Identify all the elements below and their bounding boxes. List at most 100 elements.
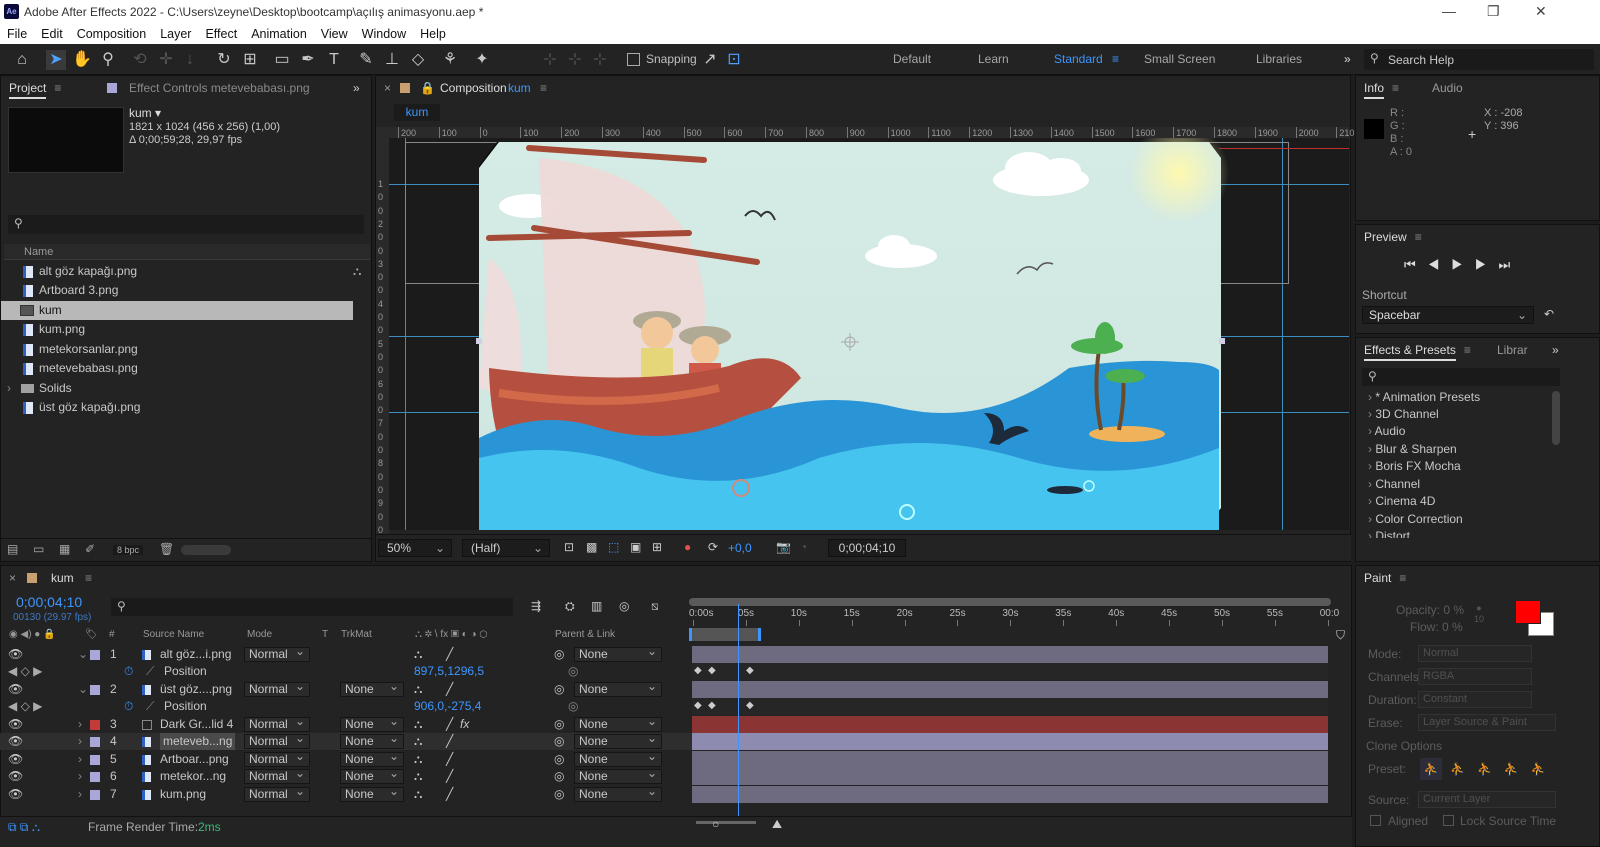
- tab-effect-controls[interactable]: Effect Controls metevebabası.png: [129, 76, 310, 100]
- graph-icon[interactable]: ⟋: [146, 663, 154, 680]
- list-item[interactable]: Artboard 3.png: [1, 281, 361, 300]
- tab-info[interactable]: Info: [1364, 81, 1385, 99]
- next-frame-icon[interactable]: ▶: [1475, 257, 1499, 272]
- pan-camera-icon[interactable]: ✛: [156, 50, 176, 70]
- effect-category[interactable]: › Boris FX Mocha: [1368, 458, 1461, 475]
- composition-tab-name[interactable]: kum: [508, 76, 531, 100]
- mode-dropdown[interactable]: Normal: [244, 680, 310, 697]
- composition-tab-label[interactable]: Composition: [440, 76, 507, 100]
- trkmat-dropdown[interactable]: None: [340, 732, 404, 749]
- layer-duration-bar[interactable]: [692, 733, 1328, 750]
- chevron-down-icon[interactable]: ⌄: [78, 646, 88, 663]
- dolly-camera-icon[interactable]: ↓: [180, 50, 200, 70]
- effects-scrollbar[interactable]: [1552, 391, 1560, 445]
- eye-icon[interactable]: 👁: [8, 786, 23, 803]
- shy-switch-icon[interactable]: ⛬: [414, 768, 422, 785]
- quality-switch-icon[interactable]: ╱: [446, 716, 453, 733]
- frame-blending-icon[interactable]: ◎: [619, 599, 629, 613]
- table-row[interactable]: 👁 ⌄ 2 üst göz....png Normal None ⛬ ╱ ◎ N…: [0, 680, 692, 698]
- project-search-input[interactable]: ⚲: [8, 215, 364, 234]
- clone-stamp-tool-icon[interactable]: ⊥: [382, 50, 402, 70]
- label-color-swatch[interactable]: [90, 685, 100, 695]
- stopwatch-icon[interactable]: ⏱: [124, 663, 133, 680]
- close-tab-icon[interactable]: ×: [9, 571, 16, 585]
- mode-dropdown[interactable]: Normal: [244, 767, 310, 784]
- quality-switch-icon[interactable]: ╱: [446, 751, 453, 768]
- home-icon[interactable]: ⌂: [12, 50, 32, 70]
- pan-behind-tool-icon[interactable]: ⊞: [240, 50, 260, 70]
- parent-dropdown[interactable]: None: [574, 715, 662, 732]
- av-features-icon[interactable]: ◉ ◀) ● 🔒: [9, 629, 56, 640]
- layer-duration-bar[interactable]: [692, 786, 1328, 803]
- duration-dropdown[interactable]: Constant: [1418, 691, 1532, 708]
- panel-overflow-icon[interactable]: »: [1552, 338, 1559, 362]
- local-axis-icon[interactable]: ⊹: [540, 50, 560, 70]
- table-row[interactable]: 👁 › 5 Artboar...png Normal None ⛬ ╱ ◎ None: [0, 750, 692, 768]
- num-column-label[interactable]: #: [109, 629, 115, 640]
- type-tool-icon[interactable]: T: [324, 50, 344, 70]
- trkmat-dropdown[interactable]: None: [340, 715, 404, 732]
- table-row[interactable]: 👁 ⌄ 1 alt göz...i.png Normal ⛬ ╱ ◎ None: [0, 645, 692, 663]
- preview-menu-icon[interactable]: ≡: [1415, 230, 1422, 244]
- quality-switch-icon[interactable]: ╱: [446, 681, 453, 698]
- new-composition-icon[interactable]: ▦: [59, 542, 70, 556]
- work-area-bar[interactable]: [689, 628, 761, 641]
- list-item[interactable]: üst göz kapağı.png: [1, 398, 361, 417]
- mask-visibility-icon[interactable]: ⬚: [608, 540, 619, 554]
- label-column-icon[interactable]: 🏷: [85, 629, 98, 640]
- clone-presets[interactable]: ⛹⛹⛹⛹: [1450, 758, 1558, 780]
- orbit-camera-icon[interactable]: ⟲: [130, 50, 150, 70]
- source-name-column-label[interactable]: Source Name: [143, 629, 204, 640]
- source-dropdown[interactable]: Current Layer: [1418, 791, 1556, 808]
- shy-switch-icon[interactable]: ⛬: [414, 751, 422, 768]
- table-row[interactable]: 👁 › 3 Dark Gr...lid 4 Normal None ⛬ ╱ fx ◎ None: [0, 715, 692, 733]
- parent-dropdown[interactable]: None: [574, 767, 662, 784]
- chevron-right-icon[interactable]: ›: [78, 716, 82, 733]
- rectangle-tool-icon[interactable]: ▭: [272, 50, 292, 70]
- label-color-swatch[interactable]: [90, 737, 100, 747]
- keyframe-icon[interactable]: ◆: [746, 665, 754, 676]
- puppet-pin-tool-icon[interactable]: ✦: [472, 50, 492, 70]
- chevron-right-icon[interactable]: ›: [78, 768, 82, 785]
- table-row[interactable]: 👁 › 4 meteveb...ng Normal None ⛬ ╱ ◎ None: [0, 732, 692, 750]
- view-axis-icon[interactable]: ⊹: [590, 50, 610, 70]
- play-icon[interactable]: ▶: [1451, 257, 1475, 272]
- comp-name[interactable]: kum ▾: [129, 106, 161, 120]
- shy-switch-icon[interactable]: ⛬: [414, 716, 422, 733]
- composition-viewer[interactable]: [389, 138, 1349, 530]
- menu-layer[interactable]: Layer: [153, 24, 198, 44]
- comp-navigator-tab[interactable]: kum: [394, 104, 440, 121]
- property-row[interactable]: ◀ ◇ ▶ ⏱ ⟋ Position 906,0,-275,4 ◎: [0, 698, 692, 715]
- effect-category[interactable]: › 3D Channel: [1368, 406, 1439, 423]
- close-button[interactable]: ✕: [1535, 3, 1547, 20]
- keyframe-icon[interactable]: ◆: [708, 665, 716, 676]
- switches-icons[interactable]: ⛬ ✲ \ fx ▣ ◐ ◑ ⬡: [415, 629, 487, 640]
- current-time-display[interactable]: 0;00;04;10: [828, 539, 906, 557]
- pickwhip-icon[interactable]: ◎: [554, 733, 564, 750]
- menu-animation[interactable]: Animation: [244, 24, 314, 44]
- new-folder-icon[interactable]: ▭: [33, 542, 44, 556]
- pickwhip-icon[interactable]: ◎: [554, 646, 564, 663]
- shy-switch-icon[interactable]: ⛬: [414, 681, 422, 698]
- keyframe-icon[interactable]: ◆: [708, 700, 716, 711]
- zoom-slider-handle-icon[interactable]: ○: [712, 817, 719, 831]
- eye-icon[interactable]: 👁: [8, 751, 23, 768]
- draft-3d-icon[interactable]: ⛭: [565, 599, 575, 614]
- search-help-box[interactable]: ⚲ Search Help: [1364, 49, 1594, 70]
- label-color-swatch[interactable]: [90, 790, 100, 800]
- eye-icon[interactable]: 👁: [8, 646, 23, 663]
- chevron-right-icon[interactable]: ›: [78, 786, 82, 803]
- layer-duration-bar[interactable]: [692, 681, 1328, 698]
- trash-icon[interactable]: 🗑: [159, 542, 174, 556]
- previous-frame-icon[interactable]: ◀: [1428, 257, 1452, 272]
- snapshot-icon[interactable]: 📷: [776, 540, 791, 554]
- property-value[interactable]: 897,5,1296,5: [414, 663, 484, 680]
- paint-mode-dropdown[interactable]: Normal: [1418, 645, 1532, 662]
- rotation-tool-icon[interactable]: ↻: [214, 50, 234, 70]
- magnification-dropdown[interactable]: 50% ⌄: [378, 539, 452, 557]
- shortcut-dropdown[interactable]: Spacebar ⌄: [1362, 306, 1534, 324]
- parent-dropdown[interactable]: None: [574, 785, 662, 802]
- bit-depth-button[interactable]: 8 bpc: [113, 545, 144, 555]
- label-color-swatch[interactable]: [90, 720, 100, 730]
- mode-dropdown[interactable]: Normal: [244, 750, 310, 767]
